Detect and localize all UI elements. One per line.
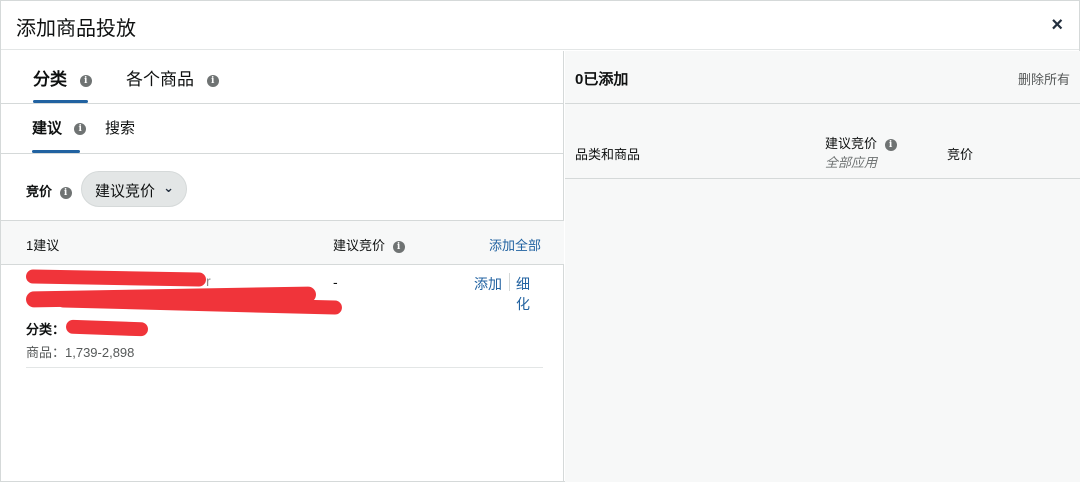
divider (509, 273, 510, 291)
active-tab-indicator (33, 100, 88, 103)
tab-search[interactable]: 搜索 (105, 117, 135, 153)
main-tabs: 分类 i 各个商品 i (1, 51, 564, 104)
tab-category[interactable]: 分类 i (33, 65, 92, 103)
product-count: 商品：1,739-2,898 (26, 345, 135, 360)
bid-strategy-dropdown[interactable]: 建议竞价 ⌄ (81, 171, 187, 207)
suggested-bid-value: - (333, 274, 338, 290)
add-link[interactable]: 添加 (474, 274, 502, 294)
left-panel: 分类 i 各个商品 i 建议 i 搜索 竞价 i 建议竞价 ⌄ 1建议 建议竞价… (1, 51, 564, 482)
close-button[interactable]: × (1051, 13, 1063, 37)
dialog-header: 添加商品投放 × (1, 1, 1079, 50)
added-count: 0已添加 (575, 71, 629, 88)
suggested-bid-header-text: 建议竞价 (333, 238, 386, 253)
active-subtab-indicator (32, 150, 80, 153)
suggested-bid-column-header: 建议竞价 i (825, 133, 897, 152)
right-panel: 0已添加 删除所有 品类和商品 建议竞价 i 全部应用 竞价 (565, 51, 1080, 482)
tab-individual-products[interactable]: 各个商品 i (126, 65, 219, 103)
category-label: 分类： (26, 322, 66, 337)
redaction-mark (65, 319, 149, 337)
bid-dropdown-value: 建议竞价 (95, 183, 156, 200)
added-header: 0已添加 删除所有 (565, 51, 1080, 104)
tab-category-label: 分类 (33, 70, 67, 89)
info-icon[interactable]: i (884, 138, 897, 151)
tab-individual-label: 各个商品 (126, 70, 194, 89)
info-icon[interactable]: i (206, 74, 219, 87)
sub-tabs: 建议 i 搜索 (1, 104, 564, 154)
info-icon[interactable]: i (59, 186, 72, 199)
suggestions-table-header: 1建议 建议竞价 i 添加全部 (1, 221, 564, 265)
category-and-product-header: 品类和商品 (575, 147, 641, 162)
info-icon[interactable]: i (392, 240, 405, 253)
apply-all-link[interactable]: 全部应用 (825, 152, 877, 171)
bid-column-header: 竞价 (947, 147, 974, 162)
bid-setting-row: 竞价 i 建议竞价 ⌄ (1, 154, 564, 221)
tab-suggested[interactable]: 建议 i (32, 117, 87, 153)
info-icon[interactable]: i (79, 74, 92, 87)
suggestion-title-tail: r (206, 273, 211, 289)
added-table-header: 品类和商品 建议竞价 i 全部应用 竞价 (565, 104, 1080, 179)
bid-label-text: 竞价 (26, 184, 53, 199)
list-item: r - 添加 细化 分类： 商品：1,739-2,898 (25, 265, 543, 368)
remove-all-link[interactable]: 删除所有 (1018, 69, 1070, 88)
add-product-targeting-dialog: 添加商品投放 × 分类 i 各个商品 i 建议 i 搜索 竞价 i 建议竞价 ⌄… (0, 0, 1080, 482)
suggestion-count: 1建议 (26, 238, 60, 253)
info-icon[interactable]: i (74, 123, 87, 136)
add-all-link[interactable]: 添加全部 (489, 235, 541, 254)
suggested-bid-header: 建议竞价 i (333, 235, 405, 254)
tab-suggested-label: 建议 (32, 120, 63, 137)
redaction-mark (25, 269, 207, 287)
dialog-title: 添加商品投放 (16, 18, 136, 40)
bid-label: 竞价 i (26, 181, 72, 200)
suggested-bid-column-text: 建议竞价 (825, 136, 878, 151)
chevron-down-icon: ⌄ (163, 180, 174, 195)
refine-link[interactable]: 细化 (516, 274, 543, 314)
